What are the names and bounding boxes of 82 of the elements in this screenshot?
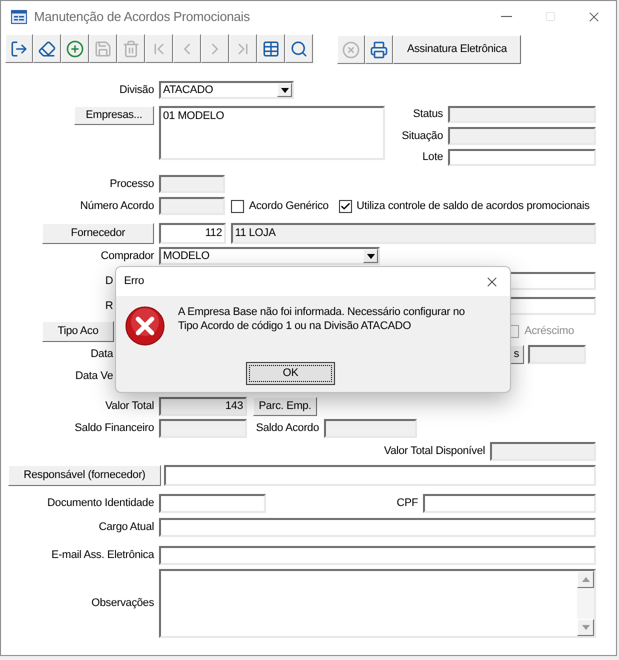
field-label: Data Ve: [75, 368, 113, 384]
input-field[interactable]: [448, 127, 596, 145]
field-label: Saldo Acordo: [256, 421, 319, 436]
add-button[interactable]: [61, 34, 89, 63]
field-label: Cargo Atual: [98, 520, 154, 536]
form-icon: [11, 10, 27, 24]
input-field[interactable]: [448, 106, 596, 124]
add-icon: [66, 40, 84, 58]
field-label: Situação: [402, 128, 443, 144]
field-label: Data: [90, 347, 113, 362]
field-label: Processo: [110, 176, 154, 192]
input-field[interactable]: [423, 494, 596, 513]
supplier-code: 112: [205, 226, 222, 242]
error-message: A Empresa Base não foi informada. Necessário configurar no Tipo Acordo de código 1 ou na Divisão ATACADO: [178, 305, 465, 334]
input-field[interactable]: [159, 175, 225, 193]
field-label: Número Acordo: [80, 198, 154, 214]
supplier-name: 11 LOJA: [235, 226, 276, 242]
input-field[interactable]: 143: [159, 397, 247, 416]
input-field[interactable]: [159, 546, 596, 565]
field-label: Comprador: [100, 248, 154, 264]
scroll-up-icon[interactable]: [577, 571, 594, 588]
error-icon: [125, 306, 165, 346]
checkbox[interactable]: [338, 200, 352, 212]
save-icon: [94, 40, 112, 58]
field-label: D: [105, 274, 113, 289]
input-field[interactable]: 11 LOJA: [231, 223, 596, 244]
input-field[interactable]: 112: [159, 223, 226, 244]
dialog-title: Erro: [124, 274, 144, 290]
maximize-icon: [544, 11, 556, 22]
printer-icon: [370, 40, 388, 58]
checkbox-label: Utiliza controle de saldo de acordos promocionais: [356, 198, 590, 214]
table-icon: [262, 40, 280, 58]
field-label: Divisão: [119, 82, 154, 98]
companies-list[interactable]: 01 MODELO: [159, 106, 385, 160]
input-field[interactable]: [490, 442, 596, 461]
supplier-button[interactable]: Fornecedor: [42, 223, 154, 244]
input-field[interactable]: [448, 148, 596, 166]
field-label: Valor Total Disponível: [384, 444, 485, 460]
field-label: Observações: [91, 596, 154, 612]
eraser-icon: [38, 40, 56, 58]
ok-button[interactable]: OK: [246, 362, 335, 385]
buyer-dropdown[interactable]: MODELO: [159, 247, 380, 265]
division-dropdown[interactable]: ATACADO: [159, 81, 294, 99]
agreement-type-button[interactable]: Tipo Aco: [42, 321, 114, 342]
printer-button[interactable]: [365, 35, 393, 64]
field-label: R: [105, 298, 113, 314]
input-field[interactable]: [159, 494, 266, 513]
notes-textarea[interactable]: [159, 569, 596, 638]
field-label: Lote: [422, 150, 443, 166]
input-field[interactable]: [528, 345, 586, 364]
input-field[interactable]: [159, 197, 225, 215]
input-field[interactable]: [159, 419, 247, 438]
field-label: Status: [413, 107, 443, 122]
list-item[interactable]: 01 MODELO: [163, 108, 381, 124]
search-icon: [290, 40, 308, 58]
window-title: Manutenção de Acordos Promocionais: [34, 8, 250, 26]
checkbox[interactable]: [231, 200, 244, 212]
total-value: 143: [225, 399, 243, 414]
responsible-button[interactable]: Responsável (fornecedor): [8, 465, 161, 486]
companies-button[interactable]: Empresas...: [74, 106, 154, 125]
table-button[interactable]: [257, 34, 285, 63]
field-label: Valor Total: [105, 399, 154, 414]
checkbox-label: Acréscimo: [524, 324, 574, 340]
eraser-button[interactable]: [33, 34, 61, 63]
search-button[interactable]: [285, 34, 313, 63]
exit-button[interactable]: [5, 34, 33, 63]
signature-button[interactable]: Assinatura Eletrônica: [393, 35, 521, 64]
field-label: E-mail Ass. Eletrônica: [51, 548, 154, 564]
field-label: Saldo Financeiro: [74, 421, 154, 436]
scrollbar[interactable]: [577, 571, 594, 636]
delete-icon: [122, 40, 140, 58]
checkbox-label: Acordo Genérico: [249, 198, 329, 214]
input-field[interactable]: [164, 465, 596, 486]
input-field[interactable]: [159, 518, 596, 537]
installments-button[interactable]: Parc. Emp.: [253, 397, 317, 416]
minimize-icon: [500, 16, 512, 17]
field-label: CPF: [396, 496, 418, 512]
exit-icon: [10, 40, 28, 58]
cancel-icon: [342, 40, 360, 58]
input-field[interactable]: [324, 419, 417, 438]
scroll-down-icon[interactable]: [577, 619, 594, 636]
field-label: Documento Identidade: [47, 496, 154, 512]
